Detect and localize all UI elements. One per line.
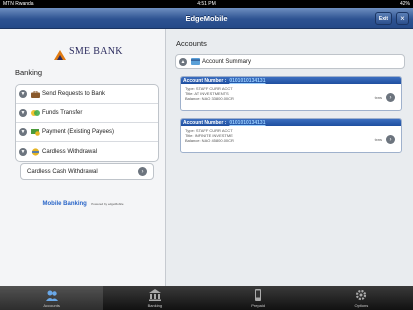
status-time: 4:51 PM bbox=[197, 1, 216, 7]
expand-icon: ▼ bbox=[19, 128, 27, 136]
accounts-icon bbox=[45, 290, 58, 301]
cardless-button-label: Cardless Cash Withdrawal bbox=[27, 168, 98, 175]
account-balance: Balance: NAO 33800.00CR bbox=[185, 96, 234, 101]
tab-prepaid[interactable]: Prepaid bbox=[207, 286, 310, 310]
txns-label: txns bbox=[374, 137, 382, 142]
app-title: EdgeMobile bbox=[185, 13, 228, 23]
powered-by-text: Powered by edgeMobile bbox=[91, 202, 124, 206]
expand-icon: ▼ bbox=[19, 109, 27, 117]
close-button[interactable]: × bbox=[396, 12, 409, 25]
menu-item-cardless-withdrawal[interactable]: ▼ Cardless Withdrawal bbox=[16, 142, 158, 161]
cardless-cash-withdrawal-button[interactable]: Cardless Cash Withdrawal › bbox=[20, 163, 154, 180]
menu-item-label: Cardless Withdrawal bbox=[42, 148, 98, 155]
account-header: Account Number : 0101010134131 bbox=[181, 119, 401, 126]
account-summary-toggle[interactable]: ▲ Account Summary bbox=[175, 54, 405, 69]
logo-mark-icon bbox=[54, 47, 66, 60]
banking-panel: SME BANK Banking ▼ Send Requests to Bank… bbox=[0, 29, 166, 286]
tab-bar: Accounts Banking Prepaid Options bbox=[0, 286, 413, 310]
expand-icon: ▼ bbox=[19, 90, 27, 98]
nav-bar: EdgeMobile Exit × bbox=[0, 8, 413, 29]
cash-icon bbox=[30, 147, 40, 156]
powered-by: Mobile Banking Powered by edgeMobile bbox=[0, 192, 166, 210]
accounts-panel: Accounts ▲ Account Summary Account Numbe… bbox=[167, 29, 413, 286]
account-number-label: Account Number : bbox=[183, 77, 227, 84]
chevron-right-icon: › bbox=[138, 167, 147, 176]
bank-logo: SME BANK bbox=[54, 46, 123, 60]
expand-icon: ▼ bbox=[19, 147, 27, 156]
exit-button[interactable]: Exit bbox=[375, 12, 392, 25]
collapse-icon: ▲ bbox=[179, 57, 187, 66]
menu-item-label: Funds Transfer bbox=[42, 110, 83, 116]
tab-label: Accounts bbox=[43, 303, 60, 308]
tab-label: Options bbox=[354, 303, 369, 308]
transfer-icon bbox=[30, 109, 40, 117]
account-summary-label: Account Summary bbox=[202, 58, 252, 65]
account-number-link[interactable]: 0101010134131 bbox=[229, 78, 265, 84]
briefcase-icon bbox=[30, 90, 40, 98]
card-icon bbox=[190, 58, 200, 66]
account-number-label: Account Number : bbox=[183, 119, 227, 126]
tab-label: Prepaid bbox=[251, 303, 266, 308]
bank-name: SME BANK bbox=[69, 46, 123, 57]
account-card[interactable]: Account Number : 0101010134131 Type: STA… bbox=[180, 118, 402, 153]
chevron-right-icon[interactable]: › bbox=[386, 93, 395, 102]
txns-label: txns bbox=[374, 95, 382, 100]
account-header: Account Number : 0101010134131 bbox=[181, 77, 401, 84]
product-name: Mobile Banking bbox=[42, 201, 87, 207]
status-bar: MTN Rwanda 4:51 PM 42% bbox=[0, 0, 413, 8]
menu-item-send-requests[interactable]: ▼ Send Requests to Bank bbox=[16, 85, 158, 104]
prepaid-icon bbox=[255, 289, 262, 301]
tab-options[interactable]: Options bbox=[310, 286, 413, 310]
banking-icon bbox=[148, 289, 161, 301]
menu-item-funds-transfer[interactable]: ▼ Funds Transfer bbox=[16, 104, 158, 123]
account-balance: Balance: NAO 45800.00CR bbox=[185, 138, 234, 143]
account-card[interactable]: Account Number : 0101010134131 Type: STA… bbox=[180, 76, 402, 111]
account-number-link[interactable]: 0101010134131 bbox=[229, 120, 265, 126]
tab-accounts[interactable]: Accounts bbox=[0, 286, 104, 310]
account-details: Type: STAFF CURR ACCT Title: INFINITE IN… bbox=[181, 126, 401, 152]
chevron-right-icon[interactable]: › bbox=[386, 135, 395, 144]
tab-label: Banking bbox=[147, 303, 163, 308]
tab-banking[interactable]: Banking bbox=[103, 286, 206, 310]
accounts-title: Accounts bbox=[176, 39, 207, 48]
options-icon bbox=[356, 289, 367, 301]
menu-item-label: Send Requests to Bank bbox=[42, 91, 106, 97]
menu-item-payment[interactable]: ▼ Payment (Existing Payees) bbox=[16, 123, 158, 142]
banking-title: Banking bbox=[15, 68, 43, 77]
menu-item-label: Payment (Existing Payees) bbox=[42, 129, 115, 135]
account-details: Type: STAFF CURR ACCT Title: AT INVESTME… bbox=[181, 84, 401, 110]
banking-menu: ▼ Send Requests to Bank ▼ Funds Transfer… bbox=[15, 84, 159, 162]
payment-icon bbox=[30, 128, 40, 136]
